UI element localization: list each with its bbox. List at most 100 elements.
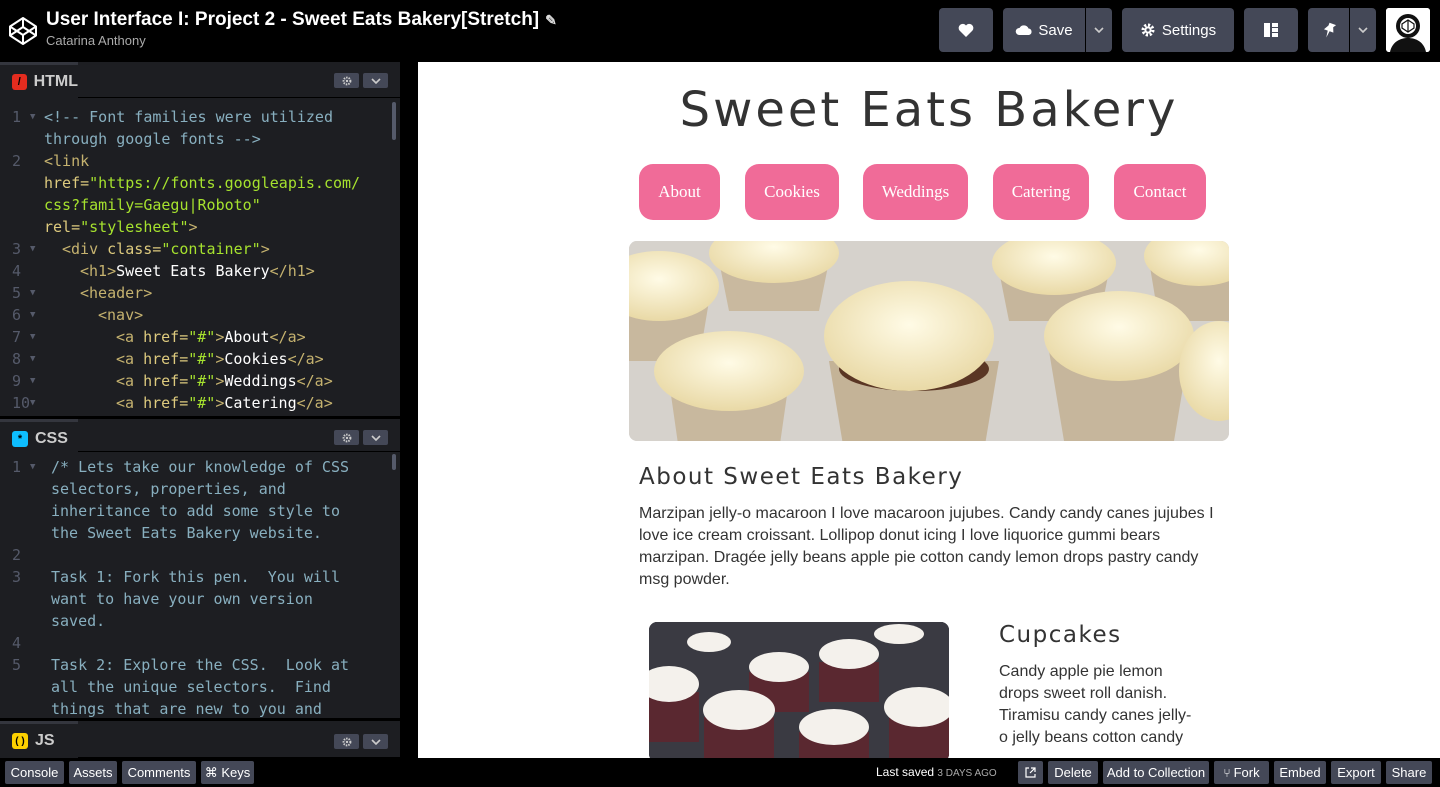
pen-title[interactable]: User Interface I: Project 2 - Sweet Eats… <box>46 9 557 31</box>
html-collapse-button[interactable] <box>363 73 388 88</box>
code-line: want to have your own version <box>51 590 313 608</box>
code-line: <h1>Sweet Eats Bakery</h1> <box>80 262 315 280</box>
line-number: 2 <box>12 152 22 170</box>
avatar[interactable] <box>1386 8 1430 52</box>
gear-icon <box>1141 23 1155 37</box>
gear-icon <box>342 433 351 442</box>
nav-about-link[interactable]: About <box>639 164 720 220</box>
pin-dropdown-button[interactable] <box>1350 8 1376 52</box>
code-line: all the unique selectors. Find <box>51 678 331 696</box>
author-name[interactable]: Catarina Anthony <box>46 33 146 48</box>
js-collapse-button[interactable] <box>363 734 388 749</box>
js-editor-header: ( ) JS <box>0 718 400 758</box>
html-code-area[interactable]: 1 ▼ <!-- Font families were utilized thr… <box>0 98 400 416</box>
pin-button[interactable] <box>1308 8 1349 52</box>
chevron-down-icon <box>1358 27 1368 33</box>
gear-icon <box>342 76 351 85</box>
html-settings-button[interactable] <box>334 73 359 88</box>
code-line: <link <box>44 152 90 170</box>
js-icon: ( ) <box>12 733 28 749</box>
cloud-icon <box>1016 25 1032 35</box>
comments-button[interactable]: Comments <box>122 761 196 784</box>
hero-image <box>629 241 1229 441</box>
fold-arrow-icon[interactable]: ▼ <box>30 326 35 348</box>
html-icon: / <box>12 73 27 90</box>
chevron-down-icon <box>370 77 381 84</box>
resize-divider[interactable] <box>400 62 418 758</box>
line-number: 4 <box>12 634 22 652</box>
pencil-icon[interactable]: ✎ <box>545 12 557 28</box>
open-external-button[interactable] <box>1018 761 1043 784</box>
about-line: msg powder. <box>639 571 730 588</box>
fold-arrow-icon[interactable]: ▼ <box>30 392 35 414</box>
css-settings-button[interactable] <box>334 430 359 445</box>
fold-arrow-icon[interactable]: ▼ <box>30 106 35 128</box>
fold-arrow-icon[interactable]: ▼ <box>30 282 35 304</box>
last-saved-status: Last saved 3 DAYS AGO <box>876 765 997 779</box>
delete-button[interactable]: Delete <box>1048 761 1098 784</box>
console-button[interactable]: Console <box>5 761 64 784</box>
code-line: saved. <box>51 612 106 630</box>
export-button[interactable]: Export <box>1331 761 1381 784</box>
editor-pane: / HTML 1 ▼ <!-- Font families were utili… <box>0 62 400 758</box>
nav-cookies-link[interactable]: Cookies <box>745 164 839 220</box>
codepen-logo-icon[interactable] <box>7 15 39 47</box>
code-line: <header> <box>80 284 153 302</box>
html-editor-tab[interactable]: / HTML <box>0 62 78 98</box>
code-line: Task 2: Explore the CSS. Look at <box>51 656 350 674</box>
code-line: selectors, properties, and <box>51 480 286 498</box>
js-tab-label: JS <box>35 732 55 749</box>
code-line: href="https://fonts.googleapis.com/ <box>44 174 361 192</box>
fork-button[interactable]: ⑂ Fork <box>1214 761 1269 784</box>
cupcakes-line: Candy apple pie lemon <box>999 663 1163 680</box>
share-button[interactable]: Share <box>1386 761 1432 784</box>
fold-arrow-icon[interactable]: ▼ <box>30 348 35 370</box>
add-to-collection-button[interactable]: Add to Collection <box>1103 761 1209 784</box>
css-tab-label: CSS <box>35 429 68 447</box>
fork-icon: ⑂ <box>1223 765 1231 780</box>
js-settings-button[interactable] <box>334 734 359 749</box>
save-label: Save <box>1038 21 1073 39</box>
nav-contact-link[interactable]: Contact <box>1114 164 1206 220</box>
css-editor-tab[interactable]: * CSS <box>0 419 78 455</box>
last-saved-label: Last saved <box>876 765 935 779</box>
code-line: <a href="#">Weddings</a> <box>116 372 333 390</box>
nav-weddings-link[interactable]: Weddings <box>863 164 968 220</box>
footer-bar: Console Assets Comments ⌘ Keys Last save… <box>0 758 1440 787</box>
layout-button[interactable] <box>1244 8 1298 52</box>
cupcakes-paragraph: Candy apple pie lemon drops sweet roll d… <box>999 661 1191 749</box>
embed-button[interactable]: Embed <box>1274 761 1326 784</box>
fold-arrow-icon[interactable]: ▼ <box>30 370 35 392</box>
code-line: <!-- Font families were utilized <box>44 108 333 126</box>
pen-title-text: User Interface I: Project 2 - Sweet Eats… <box>46 9 540 30</box>
css-collapse-button[interactable] <box>363 430 388 445</box>
html-scrollbar[interactable] <box>392 102 396 140</box>
avatar-image <box>1386 8 1430 52</box>
cupcakes-image <box>649 622 949 758</box>
assets-button[interactable]: Assets <box>69 761 117 784</box>
heart-icon <box>958 23 974 37</box>
code-line: css?family=Gaegu|Roboto" <box>44 196 261 214</box>
nav-catering-link[interactable]: Catering <box>993 164 1089 220</box>
external-link-icon <box>1025 767 1036 778</box>
fold-arrow-icon[interactable]: ▼ <box>30 238 35 260</box>
code-line: Task 1: Fork this pen. You will <box>51 568 340 586</box>
css-scrollbar[interactable] <box>392 454 396 470</box>
code-line: rel="stylesheet"> <box>44 218 198 236</box>
fold-arrow-icon[interactable]: ▼ <box>30 304 35 326</box>
js-editor-tab[interactable]: ( ) JS <box>0 721 78 758</box>
css-code-area[interactable]: 1 ▼ /* Lets take our knowledge of CSS se… <box>0 452 400 718</box>
line-number: 3 <box>12 568 22 586</box>
keys-button[interactable]: ⌘ Keys <box>201 761 254 784</box>
code-line: /* Lets take our knowledge of CSS <box>51 458 350 476</box>
about-heading: About Sweet Eats Bakery <box>639 464 964 490</box>
cupcakes-line: o jelly beans cotton candy <box>999 729 1184 746</box>
pin-icon <box>1323 22 1336 38</box>
heart-button[interactable] <box>939 8 993 52</box>
code-line: the Sweet Eats Bakery website. <box>51 524 322 542</box>
preview-pane: Sweet Eats Bakery About Cookies Weddings… <box>418 62 1440 758</box>
fold-arrow-icon[interactable]: ▼ <box>30 456 35 478</box>
settings-button[interactable]: Settings <box>1122 8 1234 52</box>
save-dropdown-button[interactable] <box>1086 8 1112 52</box>
save-button[interactable]: Save <box>1003 8 1085 52</box>
